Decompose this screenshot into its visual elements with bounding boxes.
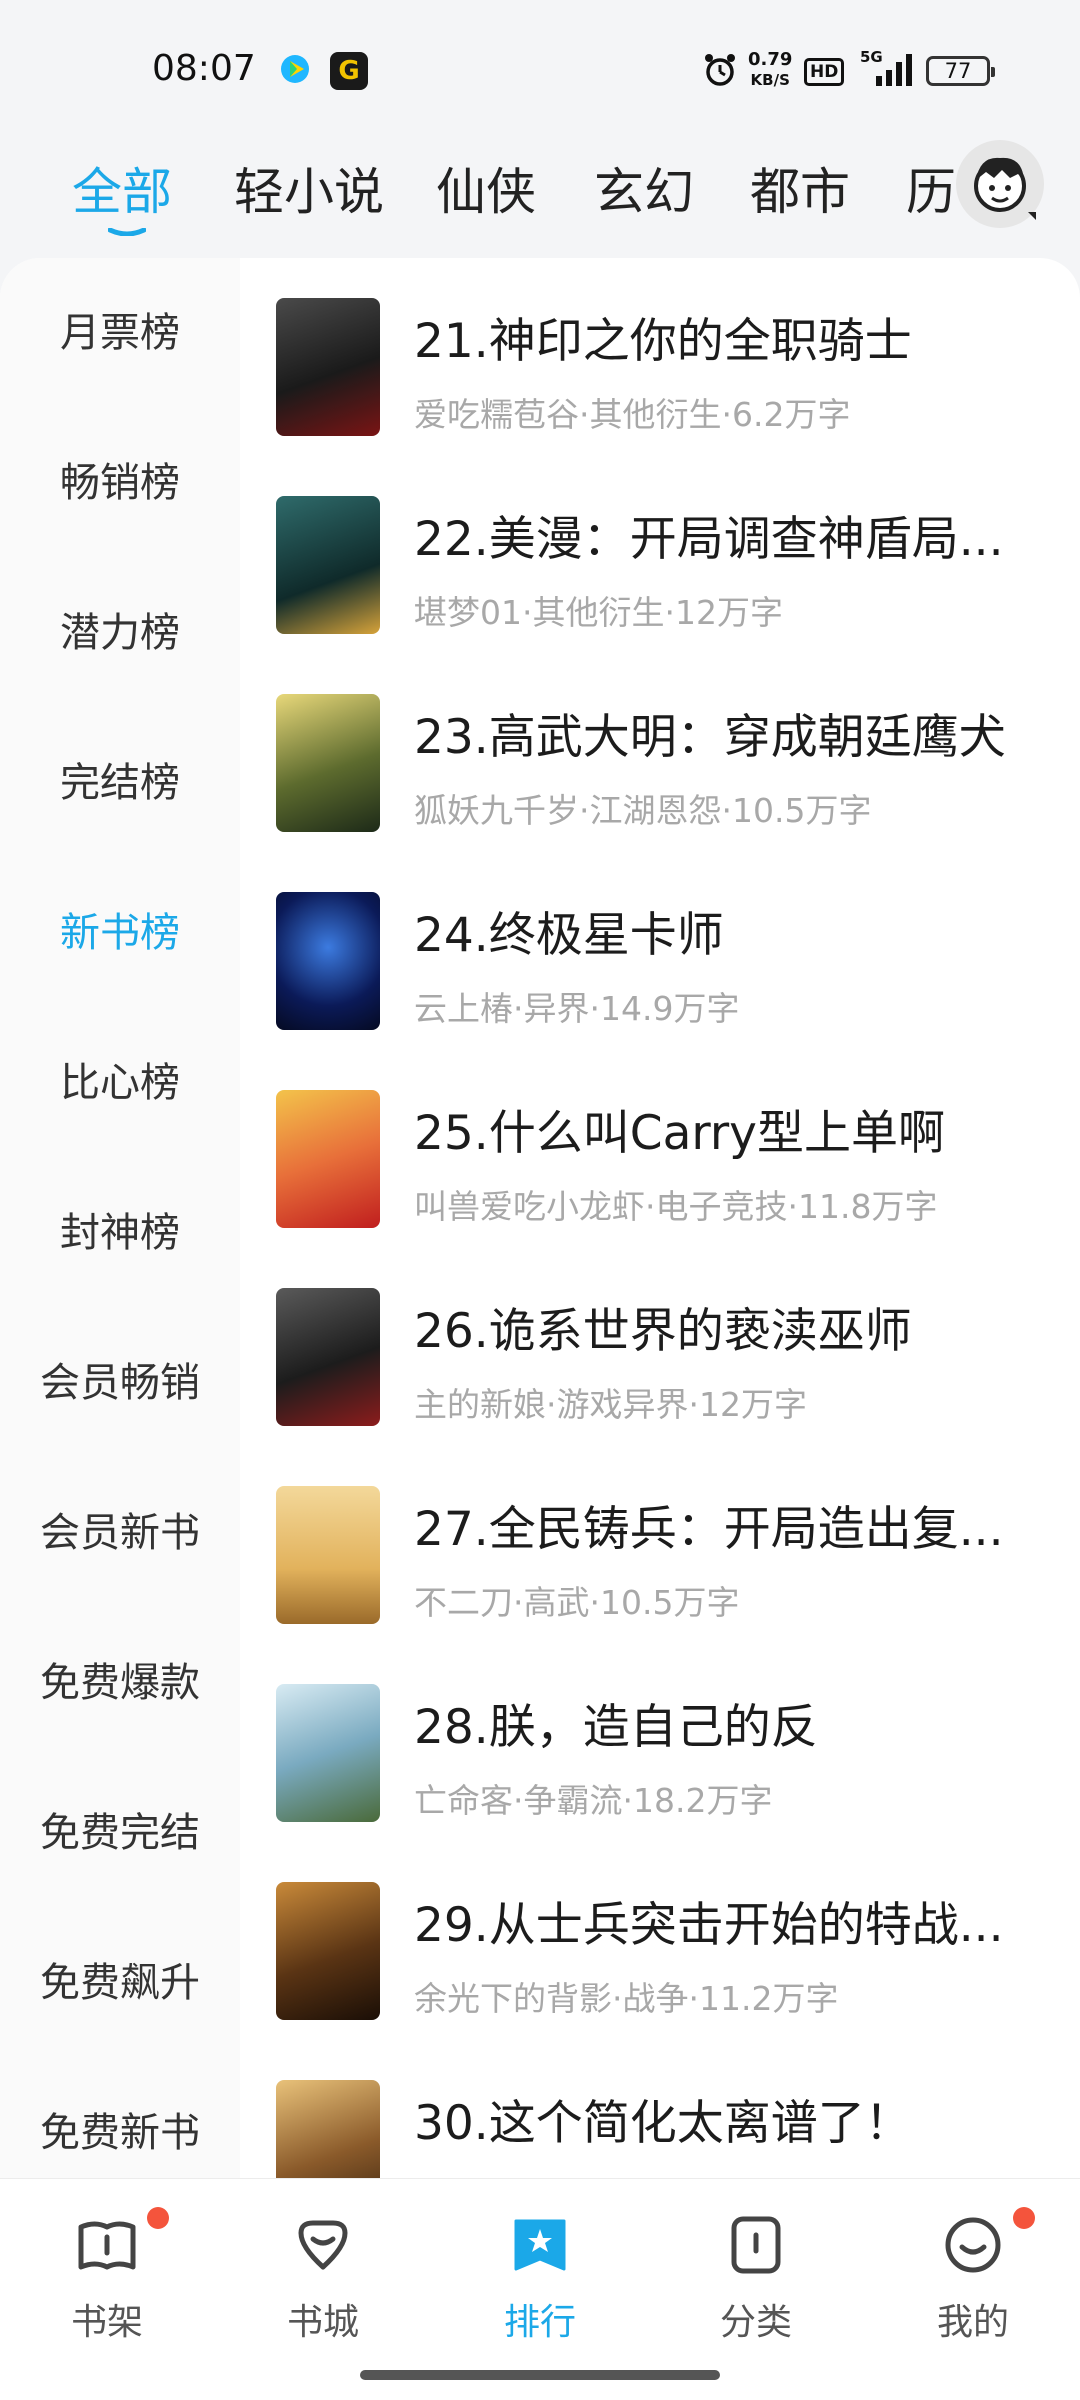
tab-xuanhuan[interactable]: 玄幻: [594, 152, 694, 224]
sidebar-item-free-hot[interactable]: 免费爆款: [0, 1608, 240, 1758]
nav-label: 书架: [70, 2302, 143, 2343]
list-item[interactable]: 28.朕，造自己的反 亡命客·争霸流·18.2万字: [240, 1644, 1080, 1842]
profile-icon: [945, 2217, 1001, 2273]
book-title: 27.全民铸兵：开局造出复...: [414, 1502, 1004, 1557]
book-cover: [276, 1090, 380, 1228]
nav-bookstore[interactable]: 书城: [243, 2201, 403, 2351]
nav-label: 分类: [719, 2302, 792, 2343]
sidebar-item-free-rising[interactable]: 免费飙升: [0, 1908, 240, 2058]
book-cover: [276, 1882, 380, 2020]
book-meta: 主的新娘·游戏异界·12万字: [414, 1385, 807, 1424]
book-cover: [276, 2080, 380, 2178]
sidebar-item-monthly-ticket[interactable]: 月票榜: [0, 258, 240, 408]
active-tab-indicator: [108, 228, 146, 236]
book-title: 30.这个简化太离谱了！: [414, 2096, 912, 2151]
book-title: 23.高武大明：穿成朝廷鹰犬: [414, 710, 1006, 765]
sidebar-item-fengshen[interactable]: 封神榜: [0, 1158, 240, 1308]
book-cover: [276, 1486, 380, 1624]
book-cover: [276, 1684, 380, 1822]
nav-category[interactable]: 分类: [676, 2201, 836, 2351]
book-title: 24.终极星卡师: [414, 908, 724, 963]
ranking-icon: [514, 2219, 566, 2271]
sidebar-item-member-new[interactable]: 会员新书: [0, 1458, 240, 1608]
sidebar-item-bixin[interactable]: 比心榜: [0, 1008, 240, 1158]
home-indicator[interactable]: [360, 2370, 720, 2380]
book-meta: 叫兽爱吃小龙虾·电子竞技·11.8万字: [414, 1187, 938, 1226]
list-item[interactable]: 21.神印之你的全职骑士 爱吃糯苞谷·其他衍生·6.2万字: [240, 258, 1080, 456]
nav-label: 我的: [936, 2302, 1009, 2343]
list-item[interactable]: 23.高武大明：穿成朝廷鹰犬 狐妖九千岁·江湖恩怨·10.5万字: [240, 654, 1080, 852]
book-meta: 堪梦01·其他衍生·12万字: [414, 593, 783, 632]
bookstore-icon: [298, 2220, 348, 2270]
tab-all[interactable]: 全部: [72, 152, 172, 224]
avatar[interactable]: [956, 140, 1044, 228]
tab-urban[interactable]: 都市: [750, 152, 850, 224]
nav-ranking[interactable]: 排行: [460, 2201, 620, 2351]
category-tabs: 全部 轻小说 仙侠 玄幻 都市 历史: [0, 140, 1080, 250]
book-title: 26.诡系世界的亵渎巫师: [414, 1304, 912, 1359]
book-cover: [276, 694, 380, 832]
status-time: 08:07: [152, 48, 256, 89]
tab-history[interactable]: 历史: [906, 152, 956, 224]
nav-label: 书城: [286, 2302, 359, 2343]
ranking-sidebar: 月票榜 畅销榜 潜力榜 完结榜 新书榜 比心榜 封神榜 会员畅销 会员新书 免费…: [0, 258, 240, 2178]
sidebar-item-potential[interactable]: 潜力榜: [0, 558, 240, 708]
status-bar: 08:07 G 0.79 KB/S HD 5G 77: [0, 0, 1080, 130]
book-title: 21.神印之你的全职骑士: [414, 314, 912, 369]
sidebar-item-new-books[interactable]: 新书榜: [0, 858, 240, 1008]
book-title: 25.什么叫Carry型上单啊: [414, 1106, 945, 1161]
hd-badge: HD: [804, 58, 845, 86]
book-meta: 余光下的背影·战争·11.2万字: [414, 1979, 839, 2018]
category-icon: [731, 2216, 781, 2274]
tab-xianxia[interactable]: 仙侠: [436, 152, 536, 224]
video-app-icon: [281, 55, 309, 83]
list-item[interactable]: 30.这个简化太离谱了！: [240, 2040, 1080, 2178]
sidebar-item-free-new[interactable]: 免费新书: [0, 2058, 240, 2178]
book-title: 22.美漫：开局调查神盾局...: [414, 512, 1004, 567]
book-cover: [276, 1288, 380, 1426]
list-item[interactable]: 25.什么叫Carry型上单啊 叫兽爱吃小龙虾·电子竞技·11.8万字: [240, 1050, 1080, 1248]
alarm-icon: [705, 54, 735, 86]
book-meta: 狐妖九千岁·江湖恩怨·10.5万字: [414, 791, 872, 830]
book-title: 29.从士兵突击开始的特战...: [414, 1898, 1004, 1953]
battery-icon: 77: [926, 56, 995, 86]
book-title: 28.朕，造自己的反: [414, 1700, 818, 1755]
book-cover: [276, 892, 380, 1030]
avatar-icon: [974, 157, 1036, 220]
bottom-nav: 书架 书城 排行 分类 我的: [0, 2178, 1080, 2400]
notification-badge: [1013, 2207, 1035, 2229]
bookshelf-icon: [78, 2221, 136, 2270]
network-speed: 0.79 KB/S: [748, 49, 793, 90]
book-meta: 云上椿·异界·14.9万字: [414, 989, 740, 1028]
book-cover: [276, 496, 380, 634]
sidebar-item-completed[interactable]: 完结榜: [0, 708, 240, 858]
network-type: 5G: [860, 48, 883, 66]
notification-badge: [147, 2207, 169, 2229]
sidebar-item-member-bestseller[interactable]: 会员畅销: [0, 1308, 240, 1458]
list-item[interactable]: 29.从士兵突击开始的特战... 余光下的背影·战争·11.2万字: [240, 1842, 1080, 2040]
book-meta: 亡命客·争霸流·18.2万字: [414, 1781, 773, 1820]
list-item[interactable]: 26.诡系世界的亵渎巫师 主的新娘·游戏异界·12万字: [240, 1248, 1080, 1446]
nav-bookshelf[interactable]: 书架: [27, 2201, 187, 2351]
sidebar-item-bestseller[interactable]: 畅销榜: [0, 408, 240, 558]
app-notification-icon: G: [330, 52, 368, 90]
ranking-panel: 月票榜 畅销榜 潜力榜 完结榜 新书榜 比心榜 封神榜 会员畅销 会员新书 免费…: [0, 258, 1080, 2178]
list-item[interactable]: 24.终极星卡师 云上椿·异界·14.9万字: [240, 852, 1080, 1050]
book-meta: 爱吃糯苞谷·其他衍生·6.2万字: [414, 395, 851, 434]
book-cover: [276, 298, 380, 436]
sidebar-item-free-completed[interactable]: 免费完结: [0, 1758, 240, 1908]
book-meta: 不二刀·高武·10.5万字: [414, 1583, 740, 1622]
list-item[interactable]: 27.全民铸兵：开局造出复... 不二刀·高武·10.5万字: [240, 1446, 1080, 1644]
nav-label: 排行: [503, 2302, 576, 2343]
nav-profile[interactable]: 我的: [893, 2201, 1053, 2351]
tab-light-novel[interactable]: 轻小说: [234, 152, 384, 224]
book-list: 21.神印之你的全职骑士 爱吃糯苞谷·其他衍生·6.2万字 22.美漫：开局调查…: [240, 258, 1080, 2178]
list-item[interactable]: 22.美漫：开局调查神盾局... 堪梦01·其他衍生·12万字: [240, 456, 1080, 654]
